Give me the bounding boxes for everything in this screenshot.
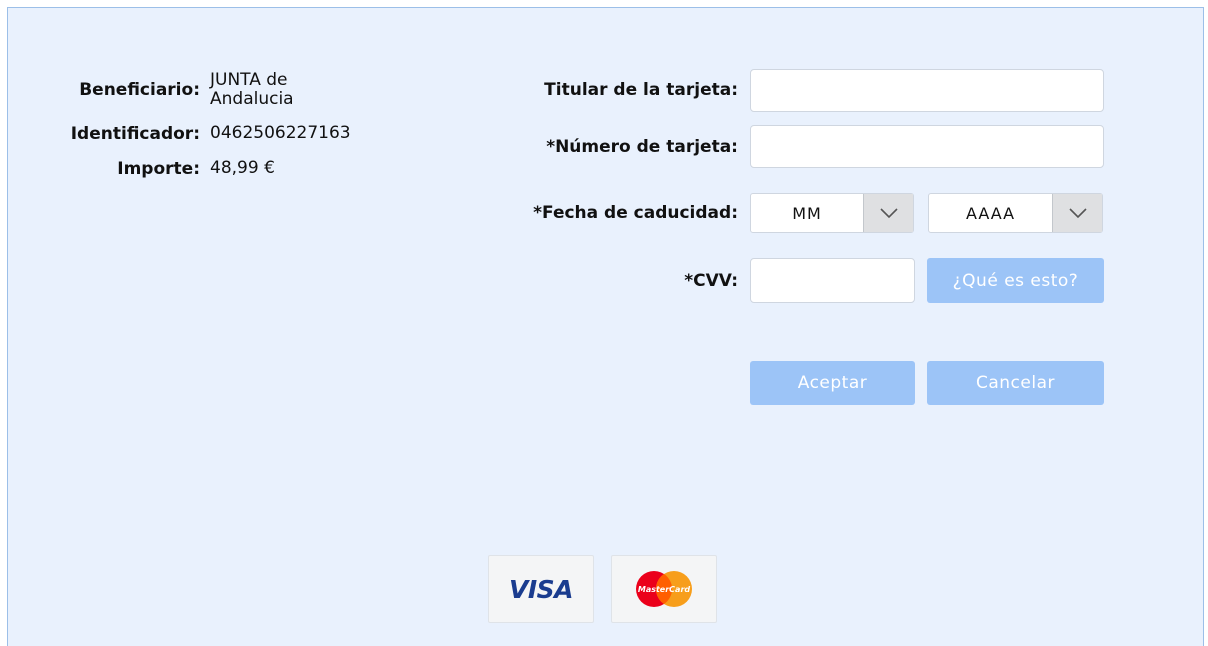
- cancel-button[interactable]: Cancelar: [927, 361, 1104, 405]
- cvv-input[interactable]: [750, 258, 915, 303]
- card-number-label: *Número de tarjeta:: [546, 137, 738, 157]
- cvv-label: *CVV:: [684, 271, 738, 291]
- cardholder-label: Titular de la tarjeta:: [544, 80, 738, 100]
- card-number-input[interactable]: [750, 125, 1104, 168]
- amount-value: 48,99 €: [210, 158, 275, 178]
- expiry-month-value: MM: [792, 203, 822, 223]
- cardholder-input[interactable]: [750, 69, 1104, 112]
- chevron-down-icon[interactable]: [863, 194, 913, 232]
- mastercard-logo-graphic: MasterCard: [636, 571, 692, 607]
- beneficiary-value: JUNTA de Andalucia: [210, 70, 294, 109]
- identifier-label: Identificador:: [70, 124, 200, 144]
- mastercard-logo-icon: MasterCard: [611, 555, 717, 623]
- expiry-month-select[interactable]: MM: [750, 193, 914, 233]
- visa-logo-text: VISA: [508, 574, 574, 604]
- expiry-label: *Fecha de caducidad:: [533, 203, 738, 223]
- cvv-help-button[interactable]: ¿Qué es esto?: [927, 258, 1104, 303]
- accept-button[interactable]: Aceptar: [750, 361, 915, 405]
- beneficiary-label: Beneficiario:: [79, 80, 200, 100]
- expiry-year-select[interactable]: AAAA: [928, 193, 1103, 233]
- expiry-year-value: AAAA: [965, 203, 1016, 223]
- chevron-down-icon[interactable]: [1052, 194, 1102, 232]
- amount-label: Importe:: [117, 159, 200, 179]
- mastercard-logo-text: MasterCard: [638, 585, 691, 594]
- visa-logo-icon: VISA: [488, 555, 594, 623]
- identifier-value: 0462506227163: [210, 123, 351, 143]
